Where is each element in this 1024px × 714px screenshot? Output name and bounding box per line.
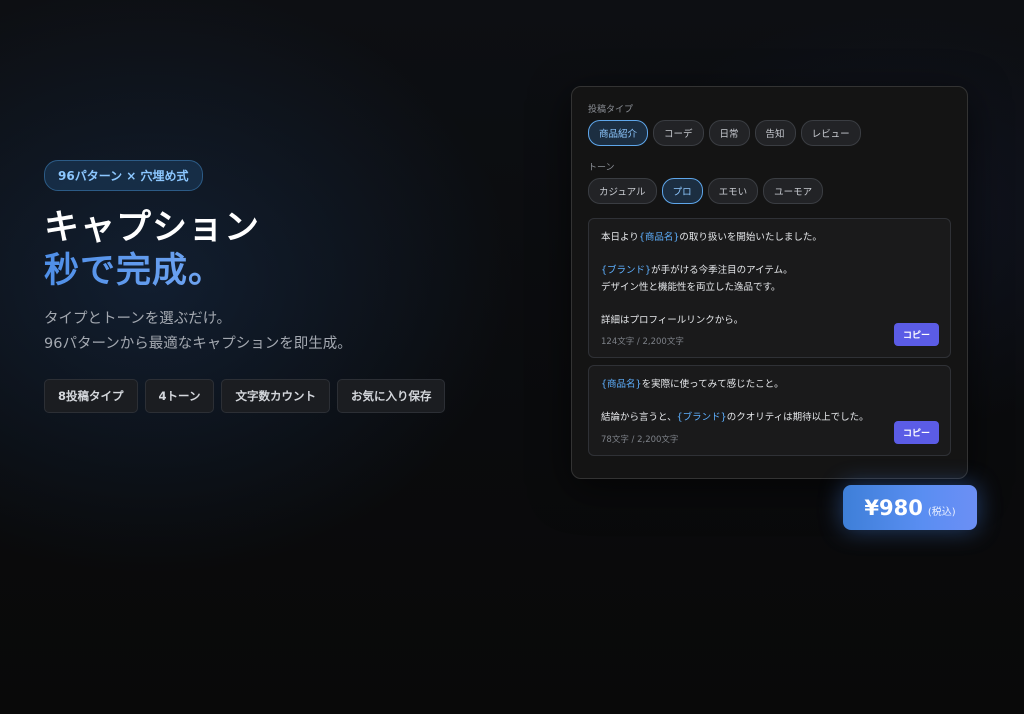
post-type-review[interactable]: レビュー	[800, 120, 861, 146]
post-type-product-intro[interactable]: 商品紹介	[588, 120, 649, 146]
tone-casual[interactable]: カジュアル	[588, 178, 657, 204]
char-count: 124文字 / 2,200文字	[601, 337, 684, 347]
placeholder-product-name: {商品名}	[638, 232, 680, 243]
char-count: 78文字 / 2,200文字	[601, 434, 679, 445]
caption-text: のクオリティは期待以上でした。	[726, 412, 869, 423]
placeholder-brand: {ブランド}	[676, 412, 727, 423]
caption-card-2: {商品名}を実際に使ってみて感じたこと。 結論から言うと、{ブランド}のクオリテ…	[588, 365, 951, 456]
hero-description: タイプとトーンを選ぶだけ。 96パターンから最適なキャプションを即生成。	[44, 307, 464, 357]
price-tax-note: (税込)	[927, 506, 956, 518]
placeholder-product-name: {商品名}	[601, 379, 642, 390]
feature-char-count: 文字数カウント	[221, 379, 330, 413]
post-type-coordinate[interactable]: コーデ	[653, 120, 704, 146]
tone-pro[interactable]: プロ	[661, 178, 703, 204]
caption-text: 結論から言うと、	[601, 412, 677, 423]
caption-generator-panel: 投稿タイプ 商品紹介 コーデ 日常 告知 レビュー トーン カジュアル プロ エ…	[571, 86, 968, 479]
caption-line: {ブランド}が手がける今季注目のアイテム。	[601, 263, 938, 280]
copy-button[interactable]: コピー	[893, 420, 939, 444]
feature-list: 8投稿タイプ 4トーン 文字数カウント お気に入り保存	[44, 379, 464, 413]
price-badge: ¥980 (税込)	[843, 485, 977, 530]
tone-emotional[interactable]: エモい	[707, 178, 759, 204]
caption-line: 詳細はプロフィールリンクから。	[601, 314, 744, 326]
caption-text: の取り扱いを開始いたしました。	[679, 232, 822, 243]
hero-title-line2: 秒で完成。	[44, 249, 464, 293]
caption-line: {商品名}を実際に使ってみて感じたこと。	[601, 377, 938, 394]
caption-card-1: 本日より{商品名}の取り扱いを開始いたしました。 {ブランド}が手がける今季注目…	[588, 218, 951, 358]
caption-text: が手がける今季注目のアイテム。	[651, 265, 793, 276]
tone-humor[interactable]: ユーモア	[763, 178, 824, 204]
post-type-announcement[interactable]: 告知	[754, 120, 796, 146]
caption-line: 本日より{商品名}の取り扱いを開始いたしました。	[601, 230, 938, 247]
caption-text: を実際に使ってみて感じたこと。	[641, 379, 784, 390]
caption-text: 本日より	[601, 232, 639, 243]
feature-tones: 4トーン	[144, 379, 215, 413]
pattern-badge: 96パターン × 穴埋め式	[44, 160, 203, 191]
placeholder-brand: {ブランド}	[601, 265, 652, 276]
hero-description-line2: 96パターンから最適なキャプションを即生成。	[44, 336, 352, 352]
caption-line: 結論から言うと、{ブランド}のクオリティは期待以上でした。	[601, 410, 938, 427]
hero-description-line1: タイプとトーンを選ぶだけ。	[44, 311, 232, 327]
post-type-daily[interactable]: 日常	[708, 120, 750, 146]
feature-favorites: お気に入り保存	[336, 379, 446, 413]
post-type-chips: 商品紹介 コーデ 日常 告知 レビュー	[588, 120, 951, 146]
copy-button[interactable]: コピー	[893, 323, 939, 346]
price-amount: ¥980	[864, 495, 923, 520]
caption-line: デザイン性と機能性を両立した逸品です。	[601, 281, 781, 293]
hero-title-line1: キャプション	[44, 208, 261, 248]
tone-chips: カジュアル プロ エモい ユーモア	[588, 178, 951, 204]
hero-section: 96パターン × 穴埋め式 キャプション 秒で完成。 タイプとトーンを選ぶだけ。…	[44, 160, 464, 413]
tone-label: トーン	[588, 163, 615, 173]
post-type-label: 投稿タイプ	[588, 105, 634, 115]
feature-post-types: 8投稿タイプ	[44, 379, 138, 413]
